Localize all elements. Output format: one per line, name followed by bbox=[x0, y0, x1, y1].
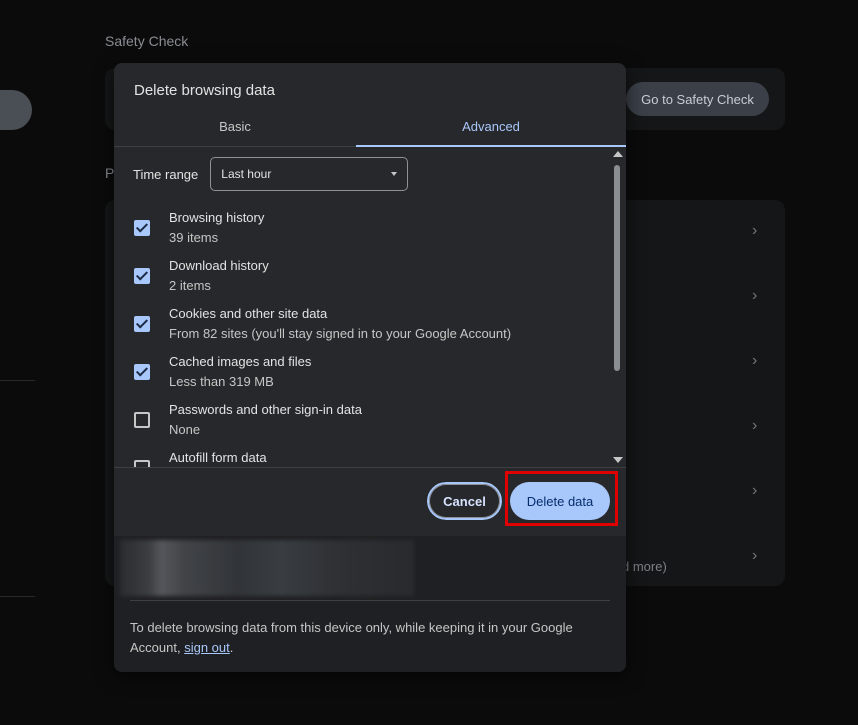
footer-text: To delete browsing data from this device… bbox=[130, 618, 600, 658]
time-range-select[interactable]: Last hour bbox=[210, 157, 409, 191]
privacy-heading-partial: P bbox=[105, 165, 115, 181]
scrollbar[interactable] bbox=[612, 147, 624, 467]
dialog-title: Delete browsing data bbox=[134, 82, 275, 99]
cached-images-checkbox[interactable] bbox=[134, 364, 150, 380]
more-text: d more) bbox=[622, 559, 667, 574]
go-to-safety-check-button[interactable]: Go to Safety Check bbox=[626, 82, 769, 116]
chevron-right-icon[interactable]: › bbox=[752, 223, 762, 239]
chevron-right-icon[interactable]: › bbox=[752, 288, 762, 304]
tab-bar: Basic Advanced bbox=[114, 107, 626, 147]
option-subtitle: From 82 sites (you'll stay signed in to … bbox=[169, 326, 512, 341]
cancel-button[interactable]: Cancel bbox=[426, 481, 503, 521]
scrollbar-thumb[interactable] bbox=[614, 165, 620, 371]
option-subtitle: None bbox=[169, 422, 201, 437]
cookies-checkbox[interactable] bbox=[134, 316, 150, 332]
option-title: Browsing history bbox=[169, 210, 265, 225]
option-subtitle: 2 items bbox=[169, 278, 211, 293]
red-highlight-box bbox=[505, 471, 618, 526]
safety-check-heading: Safety Check bbox=[105, 33, 189, 49]
divider bbox=[0, 596, 35, 597]
blurred-account-info bbox=[120, 540, 414, 596]
options-scroll-area[interactable]: Time range Last hour Browsing history 39… bbox=[114, 147, 626, 467]
time-range-value: Last hour bbox=[221, 167, 272, 181]
chevron-right-icon[interactable]: › bbox=[752, 483, 762, 499]
option-title: Passwords and other sign-in data bbox=[169, 402, 362, 417]
scroll-up-arrow-icon[interactable] bbox=[613, 151, 623, 157]
sign-out-link[interactable]: sign out bbox=[184, 640, 230, 655]
account-footer: To delete browsing data from this device… bbox=[114, 536, 626, 672]
chevron-right-icon[interactable]: › bbox=[752, 418, 762, 434]
browsing-history-checkbox[interactable] bbox=[134, 220, 150, 236]
footer-period: . bbox=[229, 640, 234, 655]
option-subtitle: Less than 319 MB bbox=[169, 374, 274, 389]
option-subtitle: 39 items bbox=[169, 230, 219, 245]
option-title: Cached images and files bbox=[169, 354, 312, 369]
time-range-row: Time range Last hour bbox=[133, 157, 409, 191]
download-history-checkbox[interactable] bbox=[134, 268, 150, 284]
passwords-checkbox[interactable] bbox=[134, 412, 150, 428]
footer-divider bbox=[114, 467, 626, 468]
option-title: Autofill form data bbox=[169, 450, 267, 465]
option-title: Cookies and other site data bbox=[169, 306, 328, 321]
autofill-checkbox[interactable] bbox=[134, 460, 150, 467]
chevron-right-icon[interactable]: › bbox=[752, 548, 762, 564]
background-pill bbox=[0, 90, 32, 130]
tab-advanced[interactable]: Advanced bbox=[356, 107, 626, 147]
option-title: Download history bbox=[169, 258, 269, 273]
chevron-right-icon[interactable]: › bbox=[752, 353, 762, 369]
dropdown-arrow-icon bbox=[391, 172, 398, 176]
divider bbox=[0, 380, 35, 381]
time-range-label: Time range bbox=[133, 166, 199, 182]
delete-browsing-data-dialog: Delete browsing data Basic Advanced Time… bbox=[114, 63, 626, 672]
tab-basic[interactable]: Basic bbox=[114, 107, 356, 146]
footer-separator bbox=[130, 600, 610, 601]
scroll-down-arrow-icon[interactable] bbox=[613, 457, 623, 463]
